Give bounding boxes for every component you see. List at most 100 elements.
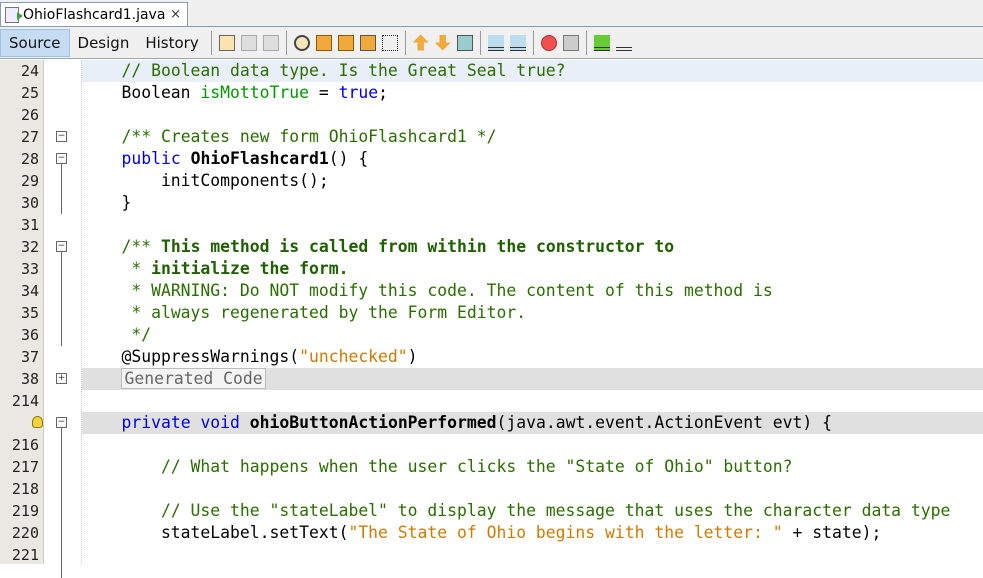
toggle-rect-selection-icon[interactable] bbox=[382, 35, 398, 51]
code-text: // Boolean data type. Is the Great Seal … bbox=[82, 60, 983, 82]
code-token bbox=[82, 281, 131, 300]
code-text: private void ohioButtonActionPerformed(j… bbox=[82, 412, 983, 434]
code-token bbox=[82, 501, 161, 520]
code-line[interactable]: 24 // Boolean data type. Is the Great Se… bbox=[0, 60, 983, 82]
code-line[interactable]: 34 * WARNING: Do NOT modify this code. T… bbox=[0, 280, 983, 302]
next-bookmark-icon[interactable] bbox=[435, 35, 451, 51]
find-previous-icon[interactable] bbox=[316, 35, 332, 51]
java-file-icon bbox=[5, 7, 19, 23]
code-token: @SuppressWarnings( bbox=[82, 347, 299, 366]
code-token bbox=[82, 149, 121, 168]
generated-code-fold[interactable]: Generated Code bbox=[121, 368, 265, 389]
code-line[interactable]: 33 * initialize the form. bbox=[0, 258, 983, 280]
code-text bbox=[82, 478, 983, 500]
line-number: 32 bbox=[0, 236, 39, 258]
code-token bbox=[82, 61, 121, 80]
code-token bbox=[82, 369, 121, 388]
toggle-bookmark-icon[interactable] bbox=[457, 35, 473, 51]
collapse-fold-icon[interactable]: − bbox=[56, 241, 67, 252]
shift-right-icon[interactable] bbox=[510, 35, 526, 51]
line-number: 28 bbox=[0, 148, 39, 170]
code-token: isMottoTrue bbox=[200, 83, 309, 102]
code-token bbox=[82, 127, 121, 146]
code-text bbox=[82, 544, 983, 566]
code-text: * always regenerated by the Form Editor. bbox=[82, 302, 983, 324]
last-edit-icon[interactable] bbox=[219, 35, 235, 51]
code-text: /** This method is called from within th… bbox=[82, 236, 983, 258]
code-line[interactable]: 26 bbox=[0, 104, 983, 126]
line-number: 29 bbox=[0, 170, 39, 192]
find-next-icon[interactable] bbox=[338, 35, 354, 51]
editor-tab-bar: OhioFlashcard1.java × bbox=[0, 0, 983, 27]
code-line[interactable]: 31 bbox=[0, 214, 983, 236]
line-number: 37 bbox=[0, 346, 39, 368]
hint-bulb-icon[interactable] bbox=[32, 416, 43, 428]
code-line[interactable]: 38 + Generated Code bbox=[0, 368, 983, 390]
code-line[interactable]: 32 − /** This method is called from withi… bbox=[0, 236, 983, 258]
code-line[interactable]: 35 * always regenerated by the Form Edit… bbox=[0, 302, 983, 324]
code-token: /** Creates new form OhioFlashcard1 */ bbox=[121, 127, 496, 146]
view-source-button[interactable]: Source bbox=[0, 29, 70, 57]
code-line[interactable]: 28− public OhioFlashcard1() { bbox=[0, 148, 983, 170]
view-history-button[interactable]: History bbox=[137, 29, 206, 57]
separator bbox=[211, 31, 212, 55]
file-tab[interactable]: OhioFlashcard1.java × bbox=[0, 2, 188, 26]
code-line[interactable]: 214 bbox=[0, 390, 983, 412]
shift-left-icon[interactable] bbox=[488, 35, 504, 51]
code-line[interactable]: − private void ohioButtonActionPerformed… bbox=[0, 412, 983, 434]
line-number: 220 bbox=[0, 522, 39, 544]
code-line[interactable]: 37 @SuppressWarnings("unchecked") bbox=[0, 346, 983, 368]
uncomment-icon[interactable] bbox=[616, 35, 632, 51]
code-line[interactable]: 218 bbox=[0, 478, 983, 500]
code-line[interactable]: 27− /** Creates new form OhioFlashcard1 … bbox=[0, 126, 983, 148]
code-text bbox=[82, 214, 983, 236]
code-token bbox=[82, 237, 121, 256]
code-token: stateLabel.setText( bbox=[82, 523, 348, 542]
code-text: */ bbox=[82, 324, 983, 346]
line-number: 35 bbox=[0, 302, 39, 324]
record-macro-icon[interactable] bbox=[541, 35, 557, 51]
line-number: 36 bbox=[0, 324, 39, 346]
line-number: 26 bbox=[0, 104, 39, 126]
code-token: // What happens when the user clicks the… bbox=[161, 457, 793, 476]
code-token: ohioButtonActionPerformed bbox=[250, 413, 497, 432]
line-number: 33 bbox=[0, 258, 39, 280]
code-token: initialize the form. bbox=[151, 259, 348, 278]
code-editor[interactable]: 24 // Boolean data type. Is the Great Se… bbox=[0, 60, 983, 564]
code-line[interactable]: 221 bbox=[0, 544, 983, 566]
code-line[interactable]: 29 initComponents(); bbox=[0, 170, 983, 192]
code-line[interactable]: 217 // What happens when the user clicks… bbox=[0, 456, 983, 478]
code-text: /** Creates new form OhioFlashcard1 */ bbox=[82, 126, 983, 148]
close-icon[interactable]: × bbox=[170, 7, 181, 22]
collapse-fold-icon[interactable]: − bbox=[56, 417, 67, 428]
view-design-button[interactable]: Design bbox=[70, 29, 138, 57]
back-icon[interactable] bbox=[241, 35, 257, 51]
stop-macro-icon[interactable] bbox=[563, 35, 579, 51]
code-line[interactable]: 216 bbox=[0, 434, 983, 456]
code-line[interactable]: 220 stateLabel.setText("The State of Ohi… bbox=[0, 522, 983, 544]
line-number: 31 bbox=[0, 214, 39, 236]
code-line[interactable]: 219 // Use the "stateLabel" to display t… bbox=[0, 500, 983, 522]
collapse-fold-icon[interactable]: − bbox=[56, 153, 67, 164]
code-token: * always regenerated by the Form Editor. bbox=[131, 303, 526, 322]
toggle-highlight-icon[interactable] bbox=[360, 35, 376, 51]
code-line[interactable]: 25 Boolean isMottoTrue = true; bbox=[0, 82, 983, 104]
line-number: 38 bbox=[0, 368, 39, 390]
code-line[interactable]: 30 } bbox=[0, 192, 983, 214]
previous-bookmark-icon[interactable] bbox=[413, 35, 429, 51]
separator bbox=[533, 31, 534, 55]
line-number: 217 bbox=[0, 456, 39, 478]
code-line[interactable]: 36 */ bbox=[0, 324, 983, 346]
file-tab-title: OhioFlashcard1.java bbox=[23, 7, 165, 23]
code-token: () { bbox=[329, 149, 368, 168]
code-token: "The State of Ohio begins with the lette… bbox=[348, 523, 782, 542]
comment-icon[interactable] bbox=[594, 35, 610, 51]
expand-fold-icon[interactable]: + bbox=[56, 373, 67, 384]
code-text: // Use the "stateLabel" to display the m… bbox=[82, 500, 983, 522]
code-token bbox=[82, 413, 121, 432]
code-token: public bbox=[121, 149, 180, 168]
code-text: * initialize the form. bbox=[82, 258, 983, 280]
find-icon[interactable] bbox=[294, 35, 310, 51]
forward-icon[interactable] bbox=[263, 35, 279, 51]
collapse-fold-icon[interactable]: − bbox=[56, 131, 67, 142]
